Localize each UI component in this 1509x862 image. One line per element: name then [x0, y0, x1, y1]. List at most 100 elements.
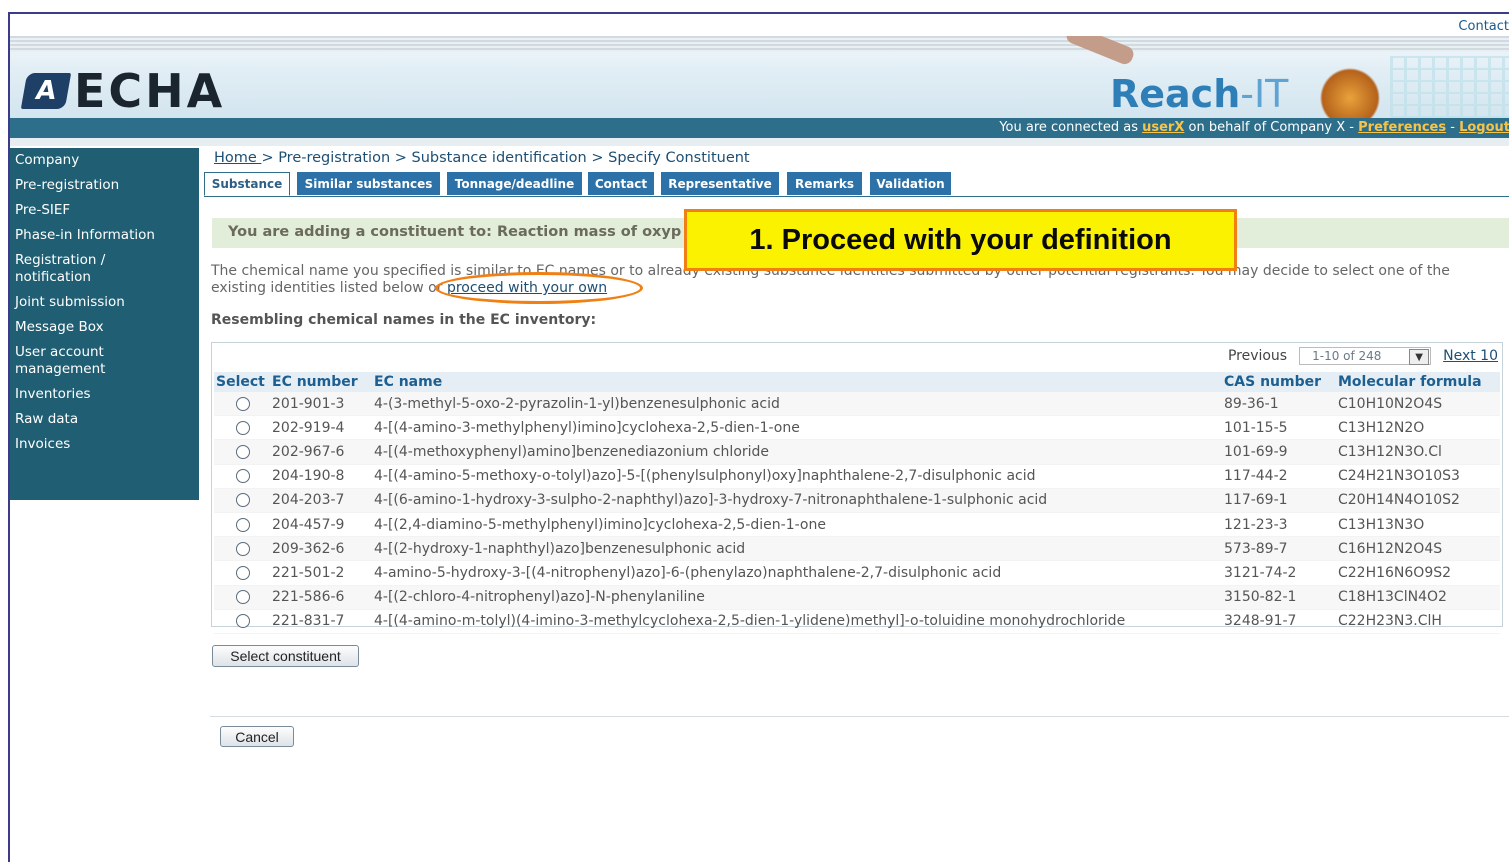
row-radio[interactable]: [236, 396, 250, 411]
tab-validation[interactable]: Validation: [870, 172, 951, 195]
sidebar: Company Pre-registration Pre-SIEF Phase-…: [10, 148, 199, 500]
cas-number-cell: 573-89-7: [1222, 536, 1336, 562]
next-link[interactable]: Next 10: [1443, 348, 1498, 364]
breadcrumb-home-link[interactable]: Home: [214, 150, 261, 166]
table-row[interactable]: 204-457-9 4-[(2,4-diamino-5-methylphenyl…: [214, 512, 1500, 538]
molecular-formula-cell: C13H12N2O: [1336, 415, 1500, 441]
row-radio[interactable]: [236, 517, 250, 532]
row-radio[interactable]: [236, 541, 250, 556]
sidebar-item-raw-data[interactable]: Raw data: [10, 407, 199, 432]
tab-representative[interactable]: Representative: [661, 172, 779, 195]
cas-number-cell: 117-44-2: [1222, 464, 1336, 489]
contact-link[interactable]: Contact: [1458, 19, 1509, 34]
status-separator: -: [1446, 120, 1460, 135]
status-middle: on behalf of Company X -: [1184, 120, 1359, 135]
table-row[interactable]: 221-501-2 4-amino-5-hydroxy-3-[(4-nitrop…: [214, 560, 1500, 586]
row-radio[interactable]: [236, 493, 250, 508]
echa-logo[interactable]: A ECHA: [20, 64, 226, 118]
table-row[interactable]: 204-190-8 4-[(4-amino-5-methoxy-o-tolyl)…: [214, 464, 1500, 489]
tab-contact[interactable]: Contact: [588, 172, 654, 195]
ec-name-cell: 4-amino-5-hydroxy-3-[(4-nitrophenyl)azo]…: [372, 560, 1222, 586]
header-banner: A ECHA Reach-IT: [10, 36, 1509, 118]
tutorial-callout: 1. Proceed with your definition: [684, 209, 1237, 271]
table-row[interactable]: 202-967-6 4-[(4-methoxyphenyl)amino]benz…: [214, 439, 1500, 465]
ec-number-cell: 204-457-9: [270, 512, 372, 538]
row-radio[interactable]: [236, 469, 250, 484]
row-radio[interactable]: [236, 420, 250, 435]
sidebar-item-inventories[interactable]: Inventories: [10, 382, 199, 407]
ec-name-cell: 4-[(6-amino-1-hydroxy-3-sulpho-2-naphthy…: [372, 488, 1222, 513]
table-row[interactable]: 209-362-6 4-[(2-hydroxy-1-naphthyl)azo]b…: [214, 536, 1500, 562]
header-stripes: [10, 36, 1509, 52]
instruction-line-2-prefix: existing identities listed below: [211, 280, 429, 296]
sidebar-item-pre-registration[interactable]: Pre-registration: [10, 173, 199, 198]
row-select-cell: [214, 464, 270, 489]
sidebar-item-invoices[interactable]: Invoices: [10, 432, 199, 457]
circuit-image: [1390, 56, 1509, 118]
ec-name-cell: 4-[(4-methoxyphenyl)amino]benzenediazoni…: [372, 439, 1222, 465]
tab-tonnage-deadline[interactable]: Tonnage/deadline: [447, 172, 582, 195]
echa-logo-icon: A: [20, 73, 72, 109]
table-row[interactable]: 201-901-3 4-(3-methyl-5-oxo-2-pyrazolin-…: [214, 392, 1500, 417]
sidebar-item-joint-submission[interactable]: Joint submission: [10, 290, 199, 315]
ec-number-cell: 204-190-8: [270, 464, 372, 489]
info-banner-text: You are adding a constituent to: Reactio…: [228, 224, 682, 240]
row-radio[interactable]: [236, 614, 250, 629]
cas-number-cell: 117-69-1: [1222, 488, 1336, 513]
cas-number-cell: 3150-82-1: [1222, 585, 1336, 610]
ec-number-cell: 202-967-6: [270, 439, 372, 465]
sidebar-item-pre-sief[interactable]: Pre-SIEF: [10, 198, 199, 223]
ec-name-cell: 4-[(2-hydroxy-1-naphthyl)azo]benzenesulp…: [372, 536, 1222, 562]
logout-link[interactable]: Logout: [1459, 120, 1509, 135]
highlight-ellipse: [435, 272, 643, 304]
molecular-formula-cell: C22H23N3.ClH: [1336, 609, 1500, 634]
tab-similar-substances[interactable]: Similar substances: [297, 172, 440, 195]
preferences-link[interactable]: Preferences: [1358, 120, 1446, 135]
ec-number-cell: 221-831-7: [270, 609, 372, 634]
cas-number-cell: 101-69-9: [1222, 439, 1336, 465]
row-radio[interactable]: [236, 590, 250, 605]
results-table: Select EC number EC name CAS number Mole…: [214, 372, 1500, 634]
status-prefix: You are connected as: [999, 120, 1143, 135]
column-header-cas-number: CAS number: [1222, 372, 1336, 392]
tab-bar: Substance Similar substances Tonnage/dea…: [204, 172, 1509, 197]
molecular-formula-cell: C13H13N3O: [1336, 512, 1500, 538]
sidebar-item-message-box[interactable]: Message Box: [10, 315, 199, 340]
chevron-down-icon[interactable]: ▼: [1409, 349, 1430, 365]
row-select-cell: [214, 609, 270, 634]
cancel-button[interactable]: Cancel: [220, 726, 294, 747]
cas-number-cell: 89-36-1: [1222, 392, 1336, 417]
table-row[interactable]: 221-831-7 4-[(4-amino-m-tolyl)(4-imino-3…: [214, 609, 1500, 634]
pager: Previous 1-10 of 248 ▼ Next 10: [1228, 347, 1498, 365]
row-radio[interactable]: [236, 444, 250, 459]
previous-link[interactable]: Previous: [1228, 348, 1287, 364]
flask-image: [1315, 62, 1385, 118]
sidebar-item-user-account-management[interactable]: User account management: [10, 340, 130, 382]
sidebar-item-company[interactable]: Company: [10, 148, 199, 173]
page-range-select[interactable]: 1-10 of 248 ▼: [1299, 347, 1432, 365]
table-header-row: Select EC number EC name CAS number Mole…: [214, 372, 1500, 392]
row-radio[interactable]: [236, 565, 250, 580]
ec-number-cell: 204-203-7: [270, 488, 372, 513]
ec-name-cell: 4-[(2-chloro-4-nitrophenyl)azo]-N-phenyl…: [372, 585, 1222, 610]
user-link[interactable]: userX: [1142, 120, 1184, 135]
cas-number-cell: 101-15-5: [1222, 415, 1336, 441]
breadcrumb-trail: > Pre-registration > Substance identific…: [261, 150, 750, 166]
tab-substance[interactable]: Substance: [204, 172, 290, 196]
ec-name-cell: 4-[(2,4-diamino-5-methylphenyl)imino]cyc…: [372, 512, 1222, 538]
column-header-ec-name: EC name: [372, 372, 1222, 392]
page-range-value: 1-10 of 248: [1312, 349, 1382, 363]
connection-status: You are connected as userX on behalf of …: [999, 120, 1509, 135]
table-row[interactable]: 202-919-4 4-[(4-amino-3-methylphenyl)imi…: [214, 415, 1500, 441]
reachit-logo-b: -IT: [1240, 72, 1289, 116]
sidebar-item-registration-notification[interactable]: Registration / notification: [10, 248, 120, 290]
ec-number-cell: 209-362-6: [270, 536, 372, 562]
ec-number-cell: 202-919-4: [270, 415, 372, 441]
sidebar-item-phase-in-information[interactable]: Phase-in Information: [10, 223, 199, 248]
breadcrumb: Home > Pre-registration > Substance iden…: [214, 150, 750, 166]
table-row[interactable]: 204-203-7 4-[(6-amino-1-hydroxy-3-sulpho…: [214, 488, 1500, 513]
table-row[interactable]: 221-586-6 4-[(2-chloro-4-nitrophenyl)azo…: [214, 585, 1500, 610]
echa-logo-text: ECHA: [74, 64, 226, 118]
tab-remarks[interactable]: Remarks: [787, 172, 862, 195]
select-constituent-button[interactable]: Select constituent: [212, 645, 359, 667]
